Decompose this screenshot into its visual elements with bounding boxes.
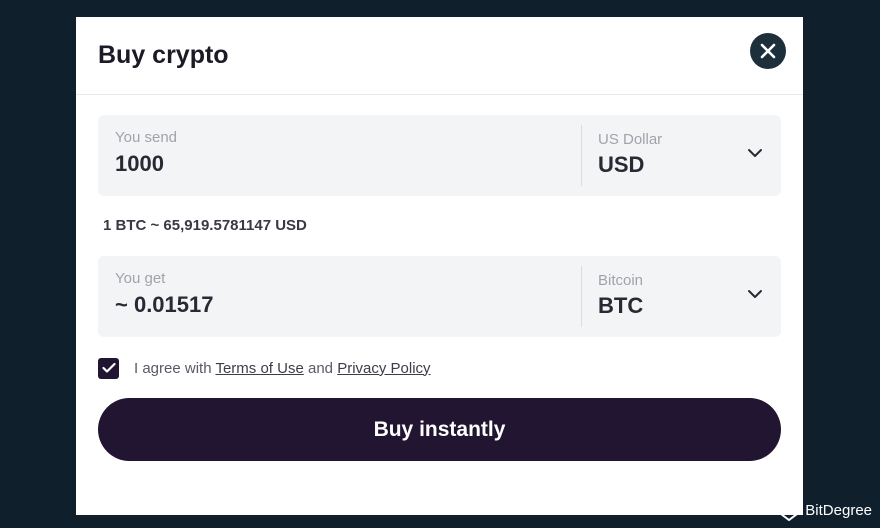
- checkmark-icon: [101, 362, 116, 373]
- buy-crypto-modal: Buy crypto You send 1000 US Dollar USD 1…: [76, 17, 803, 515]
- privacy-policy-link[interactable]: Privacy Policy: [337, 360, 430, 377]
- terms-of-use-link[interactable]: Terms of Use: [215, 360, 303, 377]
- close-button[interactable]: [750, 33, 786, 69]
- modal-header: Buy crypto: [76, 17, 803, 95]
- close-icon: [760, 43, 776, 59]
- exchange-rate: 1 BTC ~ 65,919.5781147 USD: [103, 217, 307, 234]
- send-amount-field: You send 1000 US Dollar USD: [98, 115, 781, 196]
- get-amount-field: You get ~ 0.01517 Bitcoin BTC: [98, 256, 781, 337]
- agreement-prefix: I agree with: [134, 359, 216, 377]
- send-currency-name: US Dollar: [598, 131, 663, 148]
- send-amount-input[interactable]: 1000: [115, 151, 164, 177]
- agreement-text: I agree with Terms of Use and Privacy Po…: [134, 360, 431, 377]
- agree-checkbox[interactable]: [98, 357, 119, 379]
- field-divider: [581, 266, 582, 327]
- agreement-middle: and: [303, 359, 338, 377]
- get-currency-name: Bitcoin: [598, 272, 644, 289]
- get-currency-code: BTC: [598, 293, 644, 318]
- buy-instantly-button[interactable]: Buy instantly: [98, 398, 781, 461]
- agreement-row: I agree with Terms of Use and Privacy Po…: [98, 357, 431, 379]
- bitdegree-logo-icon: [780, 499, 799, 522]
- bitdegree-watermark: BitDegree: [779, 498, 872, 522]
- get-amount-value: ~ 0.01517: [115, 292, 214, 317]
- field-divider: [581, 125, 582, 186]
- chevron-down-icon[interactable]: [746, 147, 764, 159]
- watermark-text: BitDegree: [805, 501, 872, 519]
- send-currency-code: USD: [598, 152, 645, 177]
- send-label: You send: [115, 129, 178, 146]
- modal-title: Buy crypto: [98, 41, 229, 69]
- chevron-down-icon[interactable]: [746, 288, 764, 300]
- get-label: You get: [115, 270, 166, 287]
